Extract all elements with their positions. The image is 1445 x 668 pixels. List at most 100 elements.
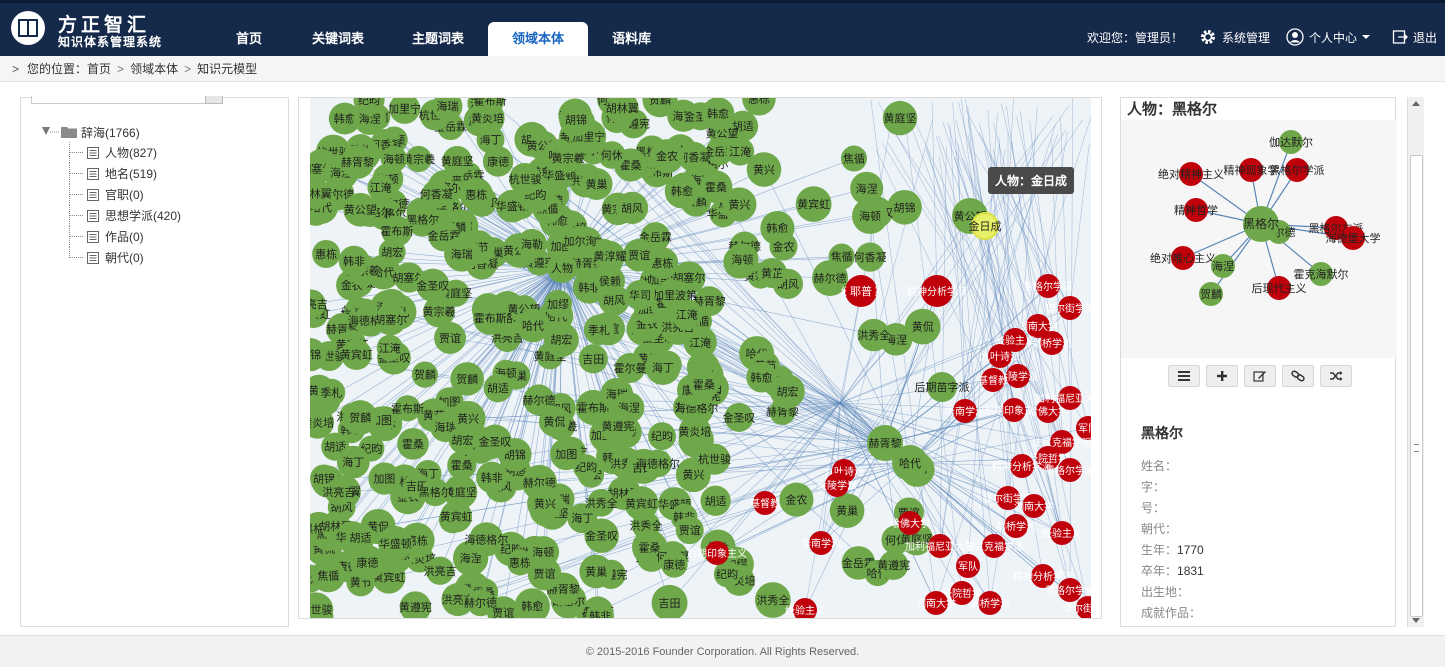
graph-node-label: 哈代 — [899, 457, 921, 470]
logout-label: 退出 — [1413, 29, 1437, 46]
tree-item-place[interactable]: 地名(519) — [39, 163, 181, 184]
link-icon — [1291, 370, 1305, 382]
graph-node-label: 经验主义 — [785, 604, 825, 617]
entity-name: 黑格尔 — [1141, 423, 1204, 443]
graph-node-label: 霍桑 — [402, 438, 424, 451]
document-icon — [87, 147, 99, 159]
graph-node-label: 纪昀 — [358, 98, 380, 107]
graph-node-label: 黄庭坚 — [883, 111, 916, 125]
graph-node-label: 黄巢 — [586, 177, 608, 191]
tree-item-works[interactable]: 作品(0) — [39, 226, 181, 247]
graph-node-label: 康德 — [487, 154, 509, 168]
graph-node-label: 海德格尔 — [464, 532, 508, 546]
graph-node-label: 黄淳耀 — [594, 249, 627, 263]
document-icon — [87, 168, 99, 180]
graph-node-label: 胡林翼 — [310, 187, 332, 201]
tab-domain-ontology[interactable]: 领域本体 — [488, 22, 588, 56]
folder-icon — [61, 126, 77, 138]
entity-mini-graph-canvas[interactable]: 伽达默尔绝对精神主义精神现象学黑格尔学派精神哲学黑格尔左派海德堡大学赫尔德绝对唯… — [1121, 120, 1397, 358]
tree-item-official[interactable]: 官职(0) — [39, 184, 181, 205]
graph-node-label: 海顿 — [383, 152, 405, 166]
tab-home[interactable]: 首页 — [210, 0, 288, 56]
graph-node-label: 胡适 — [487, 381, 509, 395]
graph-node-label: 何香凝 — [854, 250, 887, 264]
graph-node-label: 洪亮吉 — [423, 564, 456, 578]
entity-mini-graph[interactable]: 伽达默尔绝对精神主义精神现象学黑格尔学派精神哲学黑格尔左派海德堡大学赫尔德绝对唯… — [1121, 120, 1397, 358]
graph-node-label: 黄宾虹 — [625, 496, 658, 510]
tab-subject-table[interactable]: 主题词表 — [388, 0, 488, 56]
breadcrumb-domain-ontology[interactable]: 领域本体 — [130, 62, 178, 76]
profile-menu[interactable]: 个人中心 — [1286, 28, 1376, 46]
graph-node-label: 赫尔德 — [522, 393, 555, 407]
graph-node-label: 黄庭坚 — [441, 154, 474, 168]
graph-node-label: 海顿 — [859, 209, 881, 223]
tab-corpus[interactable]: 语料库 — [588, 0, 675, 56]
settings-link[interactable]: 系统管理 — [1199, 28, 1270, 46]
graph-node-label: 何香凝 — [420, 187, 453, 201]
tree-item-person[interactable]: 人物(827) — [39, 142, 181, 163]
graph-node-label: 黄兴 — [534, 496, 556, 510]
tree-root-node[interactable]: 辞海(1766) — [39, 122, 181, 142]
graph-node-label: 海涅 — [856, 181, 878, 195]
graph-node-label: 精神分析学派 — [907, 285, 967, 298]
scroll-thumb[interactable] — [1410, 155, 1423, 617]
tree-search-button[interactable] — [205, 96, 223, 104]
mini-graph-node-label: 黑格尔学派 — [1270, 163, 1325, 177]
graph-node-label: 黄遵宪 — [399, 600, 432, 614]
graph-node-label: 黄炎培 — [678, 424, 711, 438]
graph-node-label: 黄兴 — [457, 411, 479, 425]
tab-keyword-table[interactable]: 关键词表 — [288, 0, 388, 56]
link-button[interactable] — [1282, 365, 1314, 387]
graph-node-label: 江淹 — [729, 146, 751, 159]
attr-row: 生年：1770 — [1141, 541, 1204, 562]
list-button[interactable] — [1168, 365, 1200, 387]
knowledge-graph-canvas[interactable]: 海涅黄宗羲胡适华盛顿黑格尔加图黄巢海丁黄兴胡塞尔霍布斯金岳霖江淹洪秀全韩非黄庭坚… — [310, 98, 1091, 619]
graph-node-label: 杭世骏 — [509, 172, 542, 186]
brand-subtitle: 知识体系管理系统 — [58, 33, 162, 50]
shuffle-button[interactable] — [1320, 365, 1352, 387]
graph-node-label: 康德 — [356, 555, 378, 569]
add-button[interactable] — [1206, 365, 1238, 387]
logo-icon — [8, 10, 48, 46]
graph-toolbar — [1168, 365, 1358, 387]
user-bar: 欢迎您：管理员！ 系统管理 个人中心 退出 — [1071, 28, 1437, 46]
graph-node-label: 季札 — [588, 324, 610, 337]
graph-node-label: 江淹 — [379, 342, 401, 355]
scroll-down-icon[interactable] — [1412, 618, 1420, 623]
graph-node-label: 黄宾虹 — [797, 197, 830, 211]
entity-attributes: 黑格尔 姓名： 字： 号： 朝代： 生年：1770 卒年：1831 出生地： 成… — [1141, 423, 1204, 625]
graph-node-label: 胡宏 — [451, 433, 473, 447]
grip-icon — [1414, 444, 1419, 452]
page-scrollbar[interactable] — [1407, 97, 1424, 627]
graph-node-label: 康德 — [663, 557, 685, 571]
graph-node-label: 韩愈 — [334, 112, 356, 126]
graph-node-label: 黄侃 — [543, 414, 565, 428]
mini-graph-node-label: 绝对唯心主义 — [1150, 251, 1216, 265]
breadcrumb-separator: > — [184, 62, 191, 76]
breadcrumb: >您的位置：首页>领域本体>知识元模型 — [0, 56, 1445, 82]
graph-node-label: 海丁 — [652, 360, 674, 374]
graph-node-label: 黑格尔学派 — [1023, 280, 1073, 293]
graph-node-label: 江淹 — [370, 182, 392, 195]
graph-node-label: 军队 — [1078, 422, 1091, 435]
graph-node-label: 霍桑 — [451, 459, 473, 472]
graph-node-label: 贺麟 — [649, 98, 671, 107]
graph-node-label: 贺麟 — [414, 368, 436, 382]
edit-icon — [1253, 370, 1267, 382]
graph-node-label: 黄巢 — [836, 504, 858, 518]
tree-search-input[interactable] — [31, 96, 223, 104]
gear-icon — [1199, 28, 1217, 46]
graph-node-label: 洪秀全 — [756, 593, 789, 607]
edit-button[interactable] — [1244, 365, 1276, 387]
chevron-right-icon: > — [12, 56, 19, 82]
tree-item-school[interactable]: 思想学派(420) — [39, 205, 181, 226]
graph-node-label: 何休 — [601, 149, 623, 162]
graph-node-label: 海瑞 — [451, 247, 473, 261]
breadcrumb-home[interactable]: 首页 — [87, 62, 111, 76]
scroll-up-icon[interactable] — [1412, 101, 1420, 106]
tree-item-dynasty[interactable]: 朝代(0) — [39, 247, 181, 268]
logout-link[interactable]: 退出 — [1392, 29, 1437, 46]
tree-collapse-icon[interactable] — [39, 122, 61, 142]
graph-node-label: 胡宏 — [776, 384, 798, 398]
graph-node-label: 霍布斯 — [474, 312, 507, 325]
